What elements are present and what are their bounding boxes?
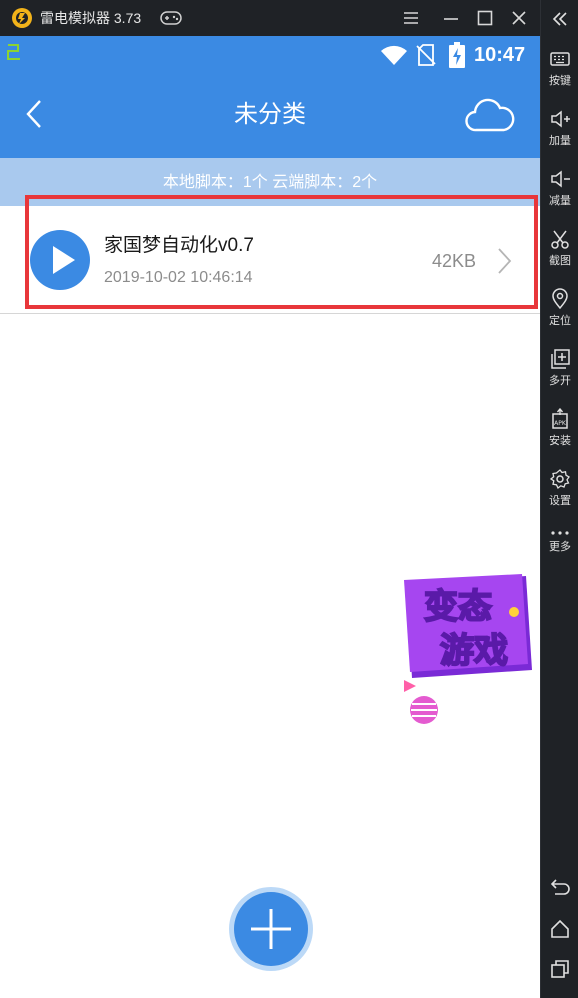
location-icon [552, 288, 568, 310]
sidebar-item-volume-down[interactable]: 减量 [541, 164, 578, 220]
sidebar-item-settings[interactable]: 设置 [541, 464, 578, 520]
sidebar-item-multi[interactable]: 多开 [541, 344, 578, 400]
sidebar-item-screenshot[interactable]: 截图 [541, 224, 578, 280]
cloud-icon[interactable] [464, 96, 516, 134]
wifi-icon [381, 45, 407, 65]
leidian-logo-icon [12, 8, 32, 28]
sidebar-item-label: 截图 [549, 255, 571, 267]
sidebar-item-label: 多开 [549, 375, 571, 387]
sidebar-item-label: 定位 [549, 315, 571, 327]
sidebar-item-install[interactable]: APK 安装 [541, 404, 578, 460]
keyboard-icon [550, 52, 570, 66]
back-icon[interactable] [549, 876, 571, 898]
collapse-icon[interactable] [549, 8, 571, 30]
sidebar-item-label: 加量 [549, 135, 571, 147]
sidebar-item-more[interactable]: 更多 [541, 518, 578, 574]
page-title: 未分类 [234, 101, 306, 128]
script-count-summary: 本地脚本：1个 云端脚本：2个 [0, 158, 540, 206]
gear-icon [549, 469, 570, 490]
gamepad-icon[interactable] [160, 9, 182, 27]
volume-up-icon [551, 110, 570, 128]
recents-icon[interactable] [549, 958, 571, 980]
chevron-right-icon [498, 248, 512, 274]
notification-icon [7, 44, 20, 60]
sidebar-item-label: 减量 [549, 195, 571, 207]
script-date: 2019-10-02 10:46:14 [104, 269, 253, 286]
sidebar-item-location[interactable]: 定位 [541, 284, 578, 340]
sidebar-item-label: 更多 [549, 541, 571, 553]
summary-text: 本地脚本：1个 云端脚本：2个 [162, 174, 378, 191]
android-statusbar: 10:47 [0, 36, 540, 72]
minimize-icon[interactable] [440, 7, 462, 29]
emulator-titlebar: 雷电模拟器 3.73 [0, 0, 578, 36]
battery-charging-icon [449, 42, 465, 68]
emulator-sidebar: 按键 加量 减量 截图 定位 多开 APK 安装 设置 更多 [540, 0, 578, 998]
sidebar-item-keys[interactable]: 按键 [541, 44, 578, 100]
promo-badge[interactable]: 变态 游戏 [398, 574, 536, 726]
maximize-icon[interactable] [474, 7, 496, 29]
sidebar-item-label: 按键 [549, 75, 571, 87]
list-item[interactable]: 家国梦自动化v0.7 2019-10-02 10:46:14 42KB [0, 206, 540, 314]
close-icon[interactable] [508, 7, 530, 29]
script-size: 42KB [431, 251, 476, 271]
add-script-button[interactable] [228, 886, 314, 972]
script-name: 家国梦自动化v0.7 [104, 235, 254, 256]
scissors-icon [551, 230, 569, 249]
home-icon[interactable] [549, 918, 571, 940]
multi-instance-icon [551, 349, 570, 369]
apk-install-icon: APK [552, 408, 568, 429]
sidebar-item-label: 安装 [549, 435, 571, 447]
promo-line-2: 游戏 [440, 631, 508, 671]
volume-down-icon [551, 170, 570, 188]
status-clock: 10:47 [474, 44, 526, 66]
promo-line-1: 变态 [424, 587, 492, 627]
sidebar-item-label: 设置 [549, 495, 571, 507]
app-toolbar: 未分类 [0, 72, 540, 158]
android-screen: 10:47 未分类 本地脚本：1个 云端脚本：2个 家国梦自动化v0.7 201… [0, 36, 540, 998]
menu-icon[interactable] [400, 7, 422, 29]
sidebar-item-volume-up[interactable]: 加量 [541, 104, 578, 160]
play-icon[interactable] [30, 230, 90, 290]
svg-text:APK: APK [554, 420, 567, 427]
emulator-title: 雷电模拟器 3.73 [40, 10, 142, 26]
no-sim-icon [416, 44, 436, 66]
